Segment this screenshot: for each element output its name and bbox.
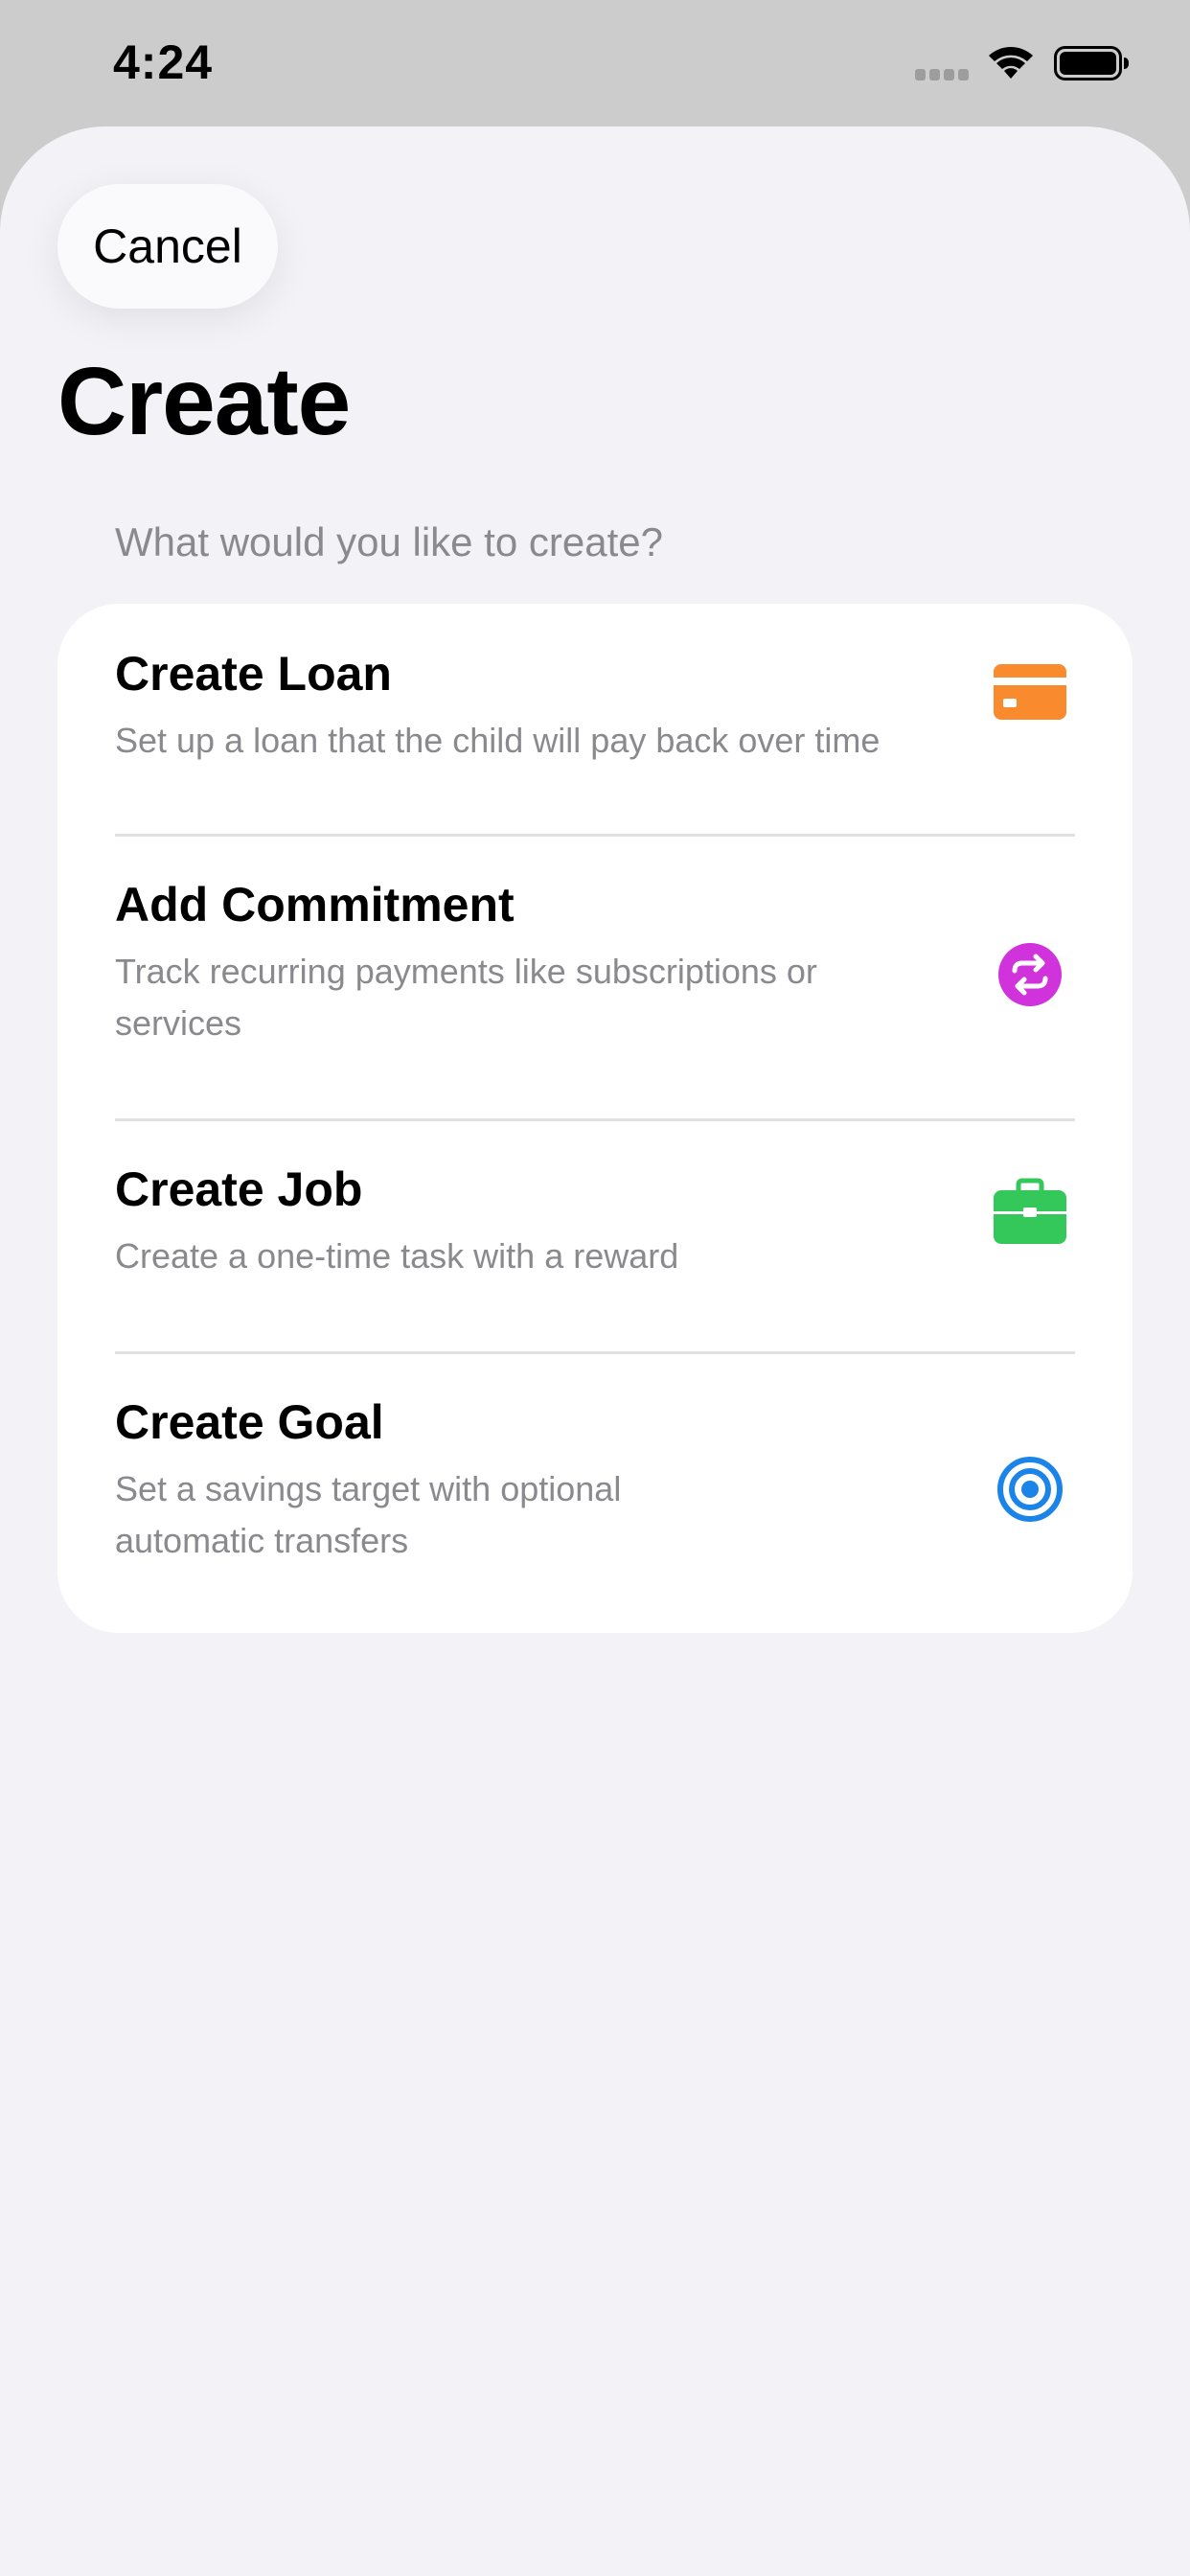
cancel-button[interactable]: Cancel (57, 184, 278, 309)
option-subtitle: Track recurring payments like subscripti… (115, 952, 817, 1043)
add-commitment-option[interactable]: Add Commitment Track recurring payments … (57, 837, 1133, 1118)
option-subtitle: Set a savings target with optional autom… (115, 1469, 622, 1560)
option-title: Create Goal (115, 1395, 384, 1449)
credit-card-icon (994, 664, 1066, 720)
briefcase-icon (994, 1178, 1066, 1244)
cellular-signal-icon (915, 69, 969, 80)
option-subtitle: Set up a loan that the child will pay ba… (115, 721, 881, 760)
page-title: Create (57, 348, 351, 455)
repeat-icon (998, 943, 1062, 1006)
target-icon (997, 1457, 1063, 1522)
status-bar: 4:24 (0, 0, 1190, 126)
option-subtitle: Create a one-time task with a reward (115, 1236, 679, 1276)
option-title: Create Loan (115, 647, 392, 701)
option-title: Add Commitment (115, 878, 515, 932)
create-loan-option[interactable]: Create Loan Set up a loan that the child… (57, 604, 1133, 834)
option-title: Create Job (115, 1162, 363, 1216)
section-header: What would you like to create? (115, 519, 663, 564)
status-time: 4:24 (113, 35, 214, 89)
create-job-option[interactable]: Create Job Create a one-time task with a… (57, 1121, 1133, 1351)
wifi-icon (989, 47, 1033, 79)
create-goal-option[interactable]: Create Goal Set a savings target with op… (57, 1354, 1133, 1633)
create-sheet: Cancel Create What would you like to cre… (0, 126, 1190, 2576)
battery-icon (1054, 46, 1129, 80)
create-options-list: Create Loan Set up a loan that the child… (57, 604, 1133, 1633)
